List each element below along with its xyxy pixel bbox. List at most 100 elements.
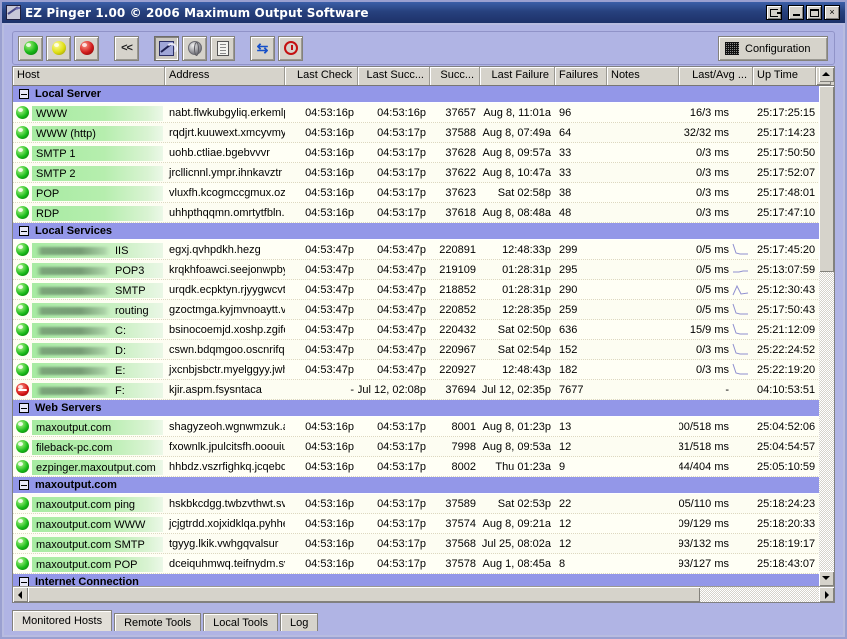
cell-last-avg: 0/3 ms bbox=[679, 143, 753, 162]
table-row[interactable]: fileback-pc.comfxownlk.jpulcitsfh.ooouiu… bbox=[13, 437, 834, 457]
column-header-address[interactable]: Address bbox=[165, 67, 285, 85]
table-row[interactable]: POP3krqkhfoawci.seejonwpby04:53:47p04:53… bbox=[13, 260, 834, 280]
column-header-last_succ[interactable]: Last Succ... bbox=[358, 67, 430, 85]
yellow-led-icon bbox=[52, 41, 66, 55]
table-row[interactable]: maxoutput.com POPdceiquhmwq.teifnydm.sv0… bbox=[13, 554, 834, 574]
scroll-down-button[interactable] bbox=[819, 571, 834, 586]
table-row[interactable]: routinggzoctmga.kyjmvnoaytt.vik04:53:47p… bbox=[13, 300, 834, 320]
reset-timers-button[interactable] bbox=[278, 36, 303, 61]
cell-last-failure: Aug 8, 11:01a bbox=[480, 103, 555, 122]
status-ok-icon bbox=[16, 557, 29, 570]
refresh-button[interactable]: ⇆ bbox=[250, 36, 275, 61]
host-name-bar: maxoutput.com WWW bbox=[32, 517, 163, 532]
cell-last-avg: 0/3 ms bbox=[679, 183, 753, 202]
table-row[interactable]: maxoutput.com pinghskbkcdgg.twbzvthwt.sv… bbox=[13, 494, 834, 514]
cell-failures: 33 bbox=[555, 163, 607, 182]
cell-address: vluxfh.kcogmccgmux.ozv bbox=[165, 183, 285, 202]
minimize-button[interactable] bbox=[788, 5, 804, 20]
monitored-hosts-view-button[interactable] bbox=[154, 36, 179, 61]
vertical-scrollbar[interactable] bbox=[819, 86, 834, 586]
column-header-last_check[interactable]: Last Check bbox=[285, 67, 358, 85]
group-header-web-servers[interactable]: Web Servers bbox=[13, 400, 834, 417]
cell-last-check: 04:53:47p bbox=[285, 300, 358, 319]
table-row[interactable]: WWWnabt.flwkubgyliq.erkemlpl04:53:16p04:… bbox=[13, 103, 834, 123]
clock-reset-icon bbox=[284, 41, 298, 55]
scroll-left-button[interactable] bbox=[13, 587, 28, 602]
cell-up-time: 25:17:48:01 bbox=[753, 183, 816, 202]
cell-last-succ: 04:53:47p bbox=[358, 320, 430, 339]
rollup-button[interactable] bbox=[766, 5, 782, 20]
maximize-button[interactable] bbox=[806, 5, 822, 20]
cell-address: dceiquhmwq.teifnydm.sv bbox=[165, 554, 285, 573]
scroll-right-button[interactable] bbox=[819, 587, 834, 602]
table-row[interactable]: POPvluxfh.kcogmccgmux.ozv04:53:16p04:53:… bbox=[13, 183, 834, 203]
cell-failures: 64 bbox=[555, 123, 607, 142]
column-header-notes[interactable]: Notes bbox=[607, 67, 679, 85]
column-header-succ[interactable]: Succ... bbox=[430, 67, 480, 85]
table-row[interactable]: E:jxcnbjsbctr.myelggyy.jwh04:53:47p04:53… bbox=[13, 360, 834, 380]
table-row[interactable]: maxoutput.com WWWjcjgtrdd.xojxidklqa.pyh… bbox=[13, 514, 834, 534]
cell-last-failure: 01:28:31p bbox=[480, 260, 555, 279]
host-label: fileback-pc.com bbox=[36, 442, 112, 454]
table-row[interactable]: maxoutput.com SMTPtgyyg.lkik.vwhgqvalsur… bbox=[13, 534, 834, 554]
close-button[interactable]: × bbox=[824, 5, 840, 20]
tab-monitored-hosts[interactable]: Monitored Hosts bbox=[12, 610, 112, 631]
table-row[interactable]: IISegxj.qvhpdkh.hezg04:53:47p04:53:47p22… bbox=[13, 240, 834, 260]
tab-local-tools[interactable]: Local Tools bbox=[203, 613, 278, 631]
cell-failures: 8 bbox=[555, 554, 607, 573]
collapse-toggle-icon[interactable] bbox=[19, 403, 29, 413]
table-row[interactable]: SMTP 1uohb.ctliae.bgebvvvr04:53:16p04:53… bbox=[13, 143, 834, 163]
collapse-toggle-icon[interactable] bbox=[19, 226, 29, 236]
horizontal-scroll-track[interactable] bbox=[700, 587, 819, 602]
group-header-maxoutput-com[interactable]: maxoutput.com bbox=[13, 477, 834, 494]
horizontal-scrollbar[interactable] bbox=[13, 586, 834, 602]
cell-up-time: 25:05:10:59 bbox=[753, 457, 816, 476]
table-row[interactable]: ezpinger.maxoutput.comhhbdz.vszrfighkq.j… bbox=[13, 457, 834, 477]
horizontal-scroll-thumb[interactable] bbox=[28, 587, 700, 602]
table-row[interactable]: D:cswn.bdqmgoo.oscnrifqc04:53:47p04:53:4… bbox=[13, 340, 834, 360]
filter-red-button[interactable] bbox=[74, 36, 99, 61]
table-row[interactable]: WWW (http)rqdjrt.kuuwext.xmcyvmyi04:53:1… bbox=[13, 123, 834, 143]
group-header-local-server[interactable]: Local Server bbox=[13, 86, 834, 103]
host-name-bar: SMTP 2 bbox=[32, 166, 163, 181]
cell-last-check: 04:53:16p bbox=[285, 494, 358, 513]
cell-up-time: 25:17:50:43 bbox=[753, 300, 816, 319]
table-row[interactable]: C:bsinocoemjd.xoshp.zgifo04:53:47p04:53:… bbox=[13, 320, 834, 340]
column-header-up_time[interactable]: Up Time bbox=[753, 67, 816, 85]
table-row[interactable]: RDPuhhpthqqmn.omrtytfbln.s04:53:16p04:53… bbox=[13, 203, 834, 223]
tab-log[interactable]: Log bbox=[280, 613, 318, 631]
column-header-last_avg[interactable]: Last/Avg ... bbox=[679, 67, 753, 85]
cell-succ: 37588 bbox=[430, 123, 480, 142]
scroll-up-button[interactable] bbox=[819, 67, 834, 82]
globe-view-button[interactable] bbox=[182, 36, 207, 61]
table-row[interactable]: maxoutput.comshagyzeoh.wgnwmzuk.a04:53:1… bbox=[13, 417, 834, 437]
cell-last-check: 04:53:16p bbox=[285, 534, 358, 553]
vertical-scroll-thumb[interactable] bbox=[819, 86, 834, 272]
table-row[interactable]: SMTP 2jrcllicnnl.ympr.ihnkavztr04:53:16p… bbox=[13, 163, 834, 183]
group-header-local-services[interactable]: Local Services bbox=[13, 223, 834, 240]
group-header-internet-connection[interactable]: Internet Connection bbox=[13, 574, 834, 586]
configuration-button[interactable]: Configuration bbox=[718, 36, 828, 61]
table-row[interactable]: SMTPurqdk.ecpktyn.rjyygwcvt04:53:47p04:5… bbox=[13, 280, 834, 300]
column-header-host[interactable]: Host bbox=[13, 67, 165, 85]
column-header-failures[interactable]: Failures bbox=[555, 67, 607, 85]
filter-green-button[interactable] bbox=[18, 36, 43, 61]
tab-remote-tools[interactable]: Remote Tools bbox=[114, 613, 201, 631]
latency-sparkline bbox=[732, 283, 749, 296]
cell-succ: 220927 bbox=[430, 360, 480, 379]
last-avg-value: 15/9 ms bbox=[690, 324, 729, 336]
table-row[interactable]: F:kjir.aspm.fsysntaca-Jul 12, 02:08p3769… bbox=[13, 380, 834, 400]
filter-yellow-button[interactable] bbox=[46, 36, 71, 61]
cell-last-check: 04:53:16p bbox=[285, 123, 358, 142]
collapse-toggle-icon[interactable] bbox=[19, 577, 29, 586]
column-header-last_failure[interactable]: Last Failure bbox=[480, 67, 555, 85]
status-ok-icon bbox=[16, 303, 29, 316]
collapse-button[interactable]: << bbox=[114, 36, 139, 61]
collapse-toggle-icon[interactable] bbox=[19, 480, 29, 490]
cell-host: SMTP 1 bbox=[13, 143, 165, 162]
log-view-button[interactable] bbox=[210, 36, 235, 61]
cell-address: jcjgtrdd.xojxidklqa.pyhhe bbox=[165, 514, 285, 533]
cell-host: routing bbox=[13, 300, 165, 319]
collapse-toggle-icon[interactable] bbox=[19, 89, 29, 99]
cell-last-failure: Jul 25, 08:02a bbox=[480, 534, 555, 553]
